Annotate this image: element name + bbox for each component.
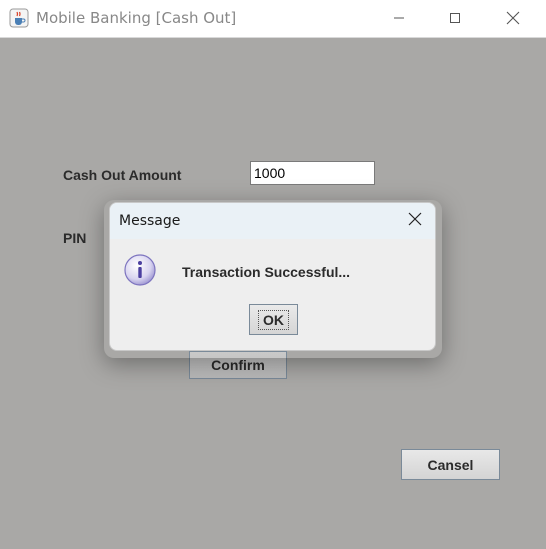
pin-label: PIN (63, 230, 87, 246)
ok-button-label: OK (258, 309, 289, 330)
close-icon (506, 11, 520, 25)
window-title: Mobile Banking [Cash Out] (36, 9, 237, 27)
dialog-title: Message (119, 213, 181, 229)
ok-button[interactable]: OK (249, 304, 298, 335)
main-window: Mobile Banking [Cash Out] Cash Out Amoun… (0, 0, 546, 549)
window-titlebar[interactable]: Mobile Banking [Cash Out] (0, 0, 546, 38)
info-icon (123, 253, 157, 287)
minimize-button[interactable] (376, 0, 422, 36)
maximize-icon (449, 12, 461, 24)
cancel-button[interactable]: Cansel (401, 449, 500, 480)
close-button[interactable] (490, 0, 536, 36)
close-icon (408, 212, 422, 231)
message-dialog: Message Transaction Successful... OK (109, 202, 436, 351)
amount-field[interactable] (250, 161, 375, 185)
minimize-icon (393, 12, 405, 24)
dialog-titlebar[interactable]: Message (110, 203, 435, 239)
dialog-message: Transaction Successful... (182, 264, 351, 280)
dialog-close-button[interactable] (403, 209, 427, 233)
amount-label: Cash Out Amount (63, 167, 182, 183)
maximize-button[interactable] (432, 0, 478, 36)
java-cup-icon (9, 8, 29, 28)
